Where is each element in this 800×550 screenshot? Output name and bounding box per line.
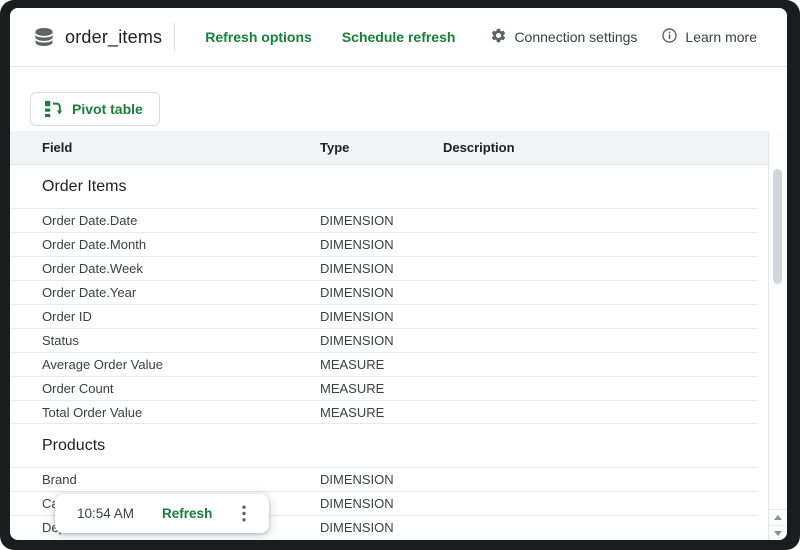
- pivot-table-label: Pivot table: [72, 101, 143, 117]
- table-row: Order Date.Month DIMENSION: [10, 232, 757, 256]
- title-divider: [174, 23, 175, 51]
- refresh-button[interactable]: Refresh: [162, 506, 212, 521]
- window-frame: order_items Refresh options Schedule ref…: [0, 0, 800, 550]
- table-row: Order Date.Week DIMENSION: [10, 256, 757, 280]
- section-title: Products: [42, 437, 105, 455]
- field-table: Field Type Description Order Items Order…: [10, 131, 787, 539]
- table-row: Order Count MEASURE: [10, 376, 757, 400]
- scroll-up-button[interactable]: [769, 510, 787, 525]
- learn-more-label: Learn more: [685, 29, 757, 45]
- section-header: Order Items: [10, 165, 757, 208]
- scrollbar: [768, 131, 787, 540]
- column-header-description: Description: [443, 140, 777, 155]
- gear-icon: [490, 27, 507, 47]
- table-row: Order ID DIMENSION: [10, 304, 757, 328]
- last-refresh-time: 10:54 AM: [77, 506, 134, 521]
- table-row: Status DIMENSION: [10, 328, 757, 352]
- toolbar: Pivot table: [10, 67, 787, 131]
- more-options-button[interactable]: [233, 502, 255, 526]
- top-bar: order_items Refresh options Schedule ref…: [10, 8, 787, 67]
- pivot-table-icon: [44, 100, 62, 118]
- learn-more-button[interactable]: Learn more: [661, 27, 757, 47]
- connection-settings-label: Connection settings: [514, 29, 637, 45]
- scrollbar-thumb[interactable]: [773, 169, 782, 284]
- info-icon: [661, 27, 678, 47]
- schedule-refresh-link[interactable]: Schedule refresh: [342, 29, 456, 45]
- scroll-buttons: [769, 509, 787, 540]
- page-title: order_items: [65, 27, 162, 48]
- table-row: Order Date.Year DIMENSION: [10, 280, 757, 304]
- table-row: Order Date.Date DIMENSION: [10, 208, 757, 232]
- table-row: Brand DIMENSION: [10, 467, 757, 491]
- table-header-row: Field Type Description: [10, 131, 777, 165]
- pivot-table-button[interactable]: Pivot table: [30, 92, 160, 126]
- connected-sheet-window: order_items Refresh options Schedule ref…: [10, 8, 787, 540]
- database-icon: [33, 26, 55, 48]
- scroll-down-icon: [774, 531, 782, 536]
- column-header-field: Field: [42, 140, 320, 155]
- topbar-actions: Connection settings Learn more: [490, 27, 757, 47]
- table-row: Average Order Value MEASURE: [10, 352, 757, 376]
- scroll-down-button[interactable]: [769, 525, 787, 540]
- table-row: Total Order Value MEASURE: [10, 400, 757, 424]
- connection-settings-button[interactable]: Connection settings: [490, 27, 637, 47]
- section-title: Order Items: [42, 178, 126, 196]
- scroll-up-icon: [774, 515, 782, 520]
- refresh-toast: 10:54 AM Refresh: [55, 494, 269, 533]
- refresh-options-link[interactable]: Refresh options: [205, 29, 312, 45]
- column-header-type: Type: [320, 140, 443, 155]
- section-header: Products: [10, 424, 757, 467]
- kebab-menu-icon: [242, 505, 246, 522]
